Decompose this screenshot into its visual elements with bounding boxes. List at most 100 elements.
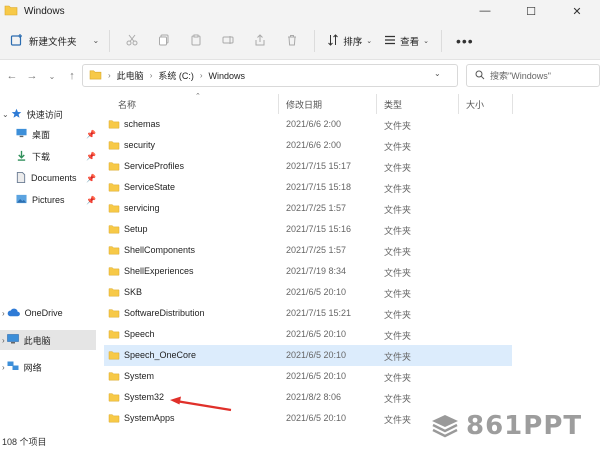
expand-chevron-icon[interactable]: ⌄ — [2, 110, 9, 119]
cut-button[interactable] — [116, 28, 148, 54]
share-button[interactable] — [244, 28, 276, 54]
column-header-size[interactable]: 大小 — [466, 98, 484, 111]
sort-button[interactable]: 排序 ⌄ — [321, 28, 378, 54]
star-icon — [11, 108, 22, 121]
pin-icon[interactable]: 📌 — [86, 196, 96, 205]
search-input[interactable]: 搜索"Windows" — [466, 64, 600, 87]
cloud-icon — [7, 308, 20, 319]
table-row[interactable]: ServiceState 2021/7/15 15:18 文件夹 — [104, 177, 512, 198]
breadcrumb-drive-c[interactable]: 系统 (C:) — [158, 69, 194, 82]
file-type: 文件夹 — [384, 226, 412, 236]
folder-icon — [89, 69, 102, 82]
table-row[interactable]: Speech_OneCore 2021/6/5 20:10 文件夹 — [104, 345, 512, 366]
new-folder-label: 新建文件夹 — [29, 36, 77, 48]
chevron-down-icon[interactable]: ⌄ — [93, 36, 100, 45]
back-arrow-icon[interactable]: ← — [2, 65, 22, 87]
pin-icon[interactable]: 📌 — [86, 174, 96, 183]
breadcrumb-this-pc[interactable]: 此电脑 — [117, 69, 144, 82]
folder-icon — [108, 413, 120, 425]
sidebar-item-pictures[interactable]: Pictures 📌 — [0, 190, 96, 210]
file-name: security — [124, 140, 156, 150]
file-name: ShellComponents — [124, 245, 196, 255]
sidebar-item-label: Documents — [31, 173, 77, 183]
file-type: 文件夹 — [384, 247, 412, 257]
forward-arrow-icon[interactable]: → — [22, 65, 42, 87]
column-header-date[interactable]: 修改日期 — [286, 98, 322, 111]
table-row[interactable]: System 2021/6/5 20:10 文件夹 — [104, 366, 512, 387]
up-arrow-icon[interactable]: ↑ — [62, 65, 82, 87]
maximize-button[interactable]: ☐ — [508, 0, 554, 22]
sidebar-item-network[interactable]: › 网络 — [0, 357, 96, 377]
search-icon — [475, 70, 485, 82]
file-name: SoftwareDistribution — [124, 308, 205, 318]
table-row[interactable]: ShellExperiences 2021/7/19 8:34 文件夹 — [104, 261, 512, 282]
table-row[interactable]: Speech 2021/6/5 20:10 文件夹 — [104, 324, 512, 345]
paste-icon — [190, 34, 202, 48]
paste-button[interactable] — [180, 28, 212, 54]
view-label: 查看 — [400, 36, 420, 48]
file-type: 文件夹 — [384, 121, 412, 131]
file-type: 文件夹 — [384, 184, 412, 194]
address-dropdown-icon[interactable]: ⌄ — [434, 69, 441, 78]
column-header-type[interactable]: 类型 — [384, 98, 402, 111]
file-name: ServiceState — [124, 182, 176, 192]
breadcrumb-windows[interactable]: Windows — [209, 71, 246, 81]
table-row[interactable]: SKB 2021/6/5 20:10 文件夹 — [104, 282, 512, 303]
sidebar-item-onedrive[interactable]: › OneDrive — [0, 303, 96, 323]
column-divider[interactable] — [512, 94, 513, 114]
delete-button[interactable] — [276, 28, 308, 54]
table-row[interactable]: security 2021/6/6 2:00 文件夹 — [104, 135, 512, 156]
copy-button[interactable] — [148, 28, 180, 54]
table-row[interactable]: servicing 2021/7/25 1:57 文件夹 — [104, 198, 512, 219]
file-name: ShellExperiences — [124, 266, 194, 276]
table-row[interactable]: SoftwareDistribution 2021/7/15 15:21 文件夹 — [104, 303, 512, 324]
file-modified-date: 2021/7/25 1:57 — [286, 203, 347, 213]
sort-label: 排序 — [343, 36, 363, 48]
minimize-button[interactable]: — — [462, 0, 508, 22]
column-divider[interactable] — [458, 94, 459, 114]
stack-logo-icon — [432, 415, 458, 438]
sort-icon — [327, 33, 339, 48]
share-icon — [254, 33, 266, 48]
table-row[interactable]: schemas 2021/6/6 2:00 文件夹 — [104, 114, 512, 135]
close-button[interactable]: ✕ — [554, 0, 600, 22]
desktop-icon — [16, 128, 27, 140]
recent-chevron-icon[interactable]: ⌄ — [42, 65, 62, 87]
column-divider[interactable] — [278, 94, 279, 114]
sidebar-item-this-pc[interactable]: › 此电脑 — [0, 330, 96, 350]
table-row[interactable]: System32 2021/8/2 8:06 文件夹 — [104, 387, 512, 408]
table-row[interactable]: Setup 2021/7/15 15:16 文件夹 — [104, 219, 512, 240]
file-modified-date: 2021/6/6 2:00 — [286, 140, 342, 150]
sidebar-item-quick-access[interactable]: ⌄ 快速访问 — [0, 104, 96, 124]
file-type: 文件夹 — [384, 373, 412, 383]
column-header-name[interactable]: 名称 — [118, 98, 136, 111]
file-modified-date: 2021/6/5 20:10 — [286, 329, 347, 339]
sidebar-item-documents[interactable]: Documents 📌 — [0, 168, 96, 188]
window-title: Windows — [24, 5, 65, 17]
expand-chevron-icon[interactable]: › — [2, 336, 5, 345]
sidebar-item-desktop[interactable]: 桌面 📌 — [0, 124, 96, 144]
column-divider[interactable] — [376, 94, 377, 114]
more-options-button[interactable]: ••• — [456, 33, 474, 49]
sidebar-item-label: Pictures — [32, 195, 65, 205]
expand-chevron-icon[interactable]: › — [2, 363, 5, 372]
pin-icon[interactable]: 📌 — [86, 152, 96, 161]
file-modified-date: 2021/6/5 20:10 — [286, 287, 347, 297]
address-bar[interactable]: › 此电脑 › 系统 (C:) › Windows — [82, 64, 458, 87]
pin-icon[interactable]: 📌 — [86, 130, 96, 139]
folder-icon — [108, 392, 120, 404]
folder-icon — [108, 161, 120, 173]
sidebar-item-label: 下载 — [32, 151, 51, 162]
table-row[interactable]: ShellComponents 2021/7/25 1:57 文件夹 — [104, 240, 512, 261]
sidebar-item-downloads[interactable]: 下载 📌 — [0, 146, 96, 166]
view-button[interactable]: 查看 ⌄ — [378, 28, 435, 54]
file-name: SKB — [124, 287, 143, 297]
folder-icon — [108, 245, 120, 257]
expand-chevron-icon[interactable]: › — [2, 309, 5, 318]
rename-button[interactable] — [212, 28, 244, 54]
new-folder-button[interactable]: 新建文件夹 ⌄ — [6, 28, 103, 54]
table-row[interactable]: ServiceProfiles 2021/7/15 15:17 文件夹 — [104, 156, 512, 177]
file-type: 文件夹 — [384, 205, 412, 215]
file-name: System32 — [124, 392, 165, 402]
sidebar-item-label: OneDrive — [24, 308, 63, 318]
